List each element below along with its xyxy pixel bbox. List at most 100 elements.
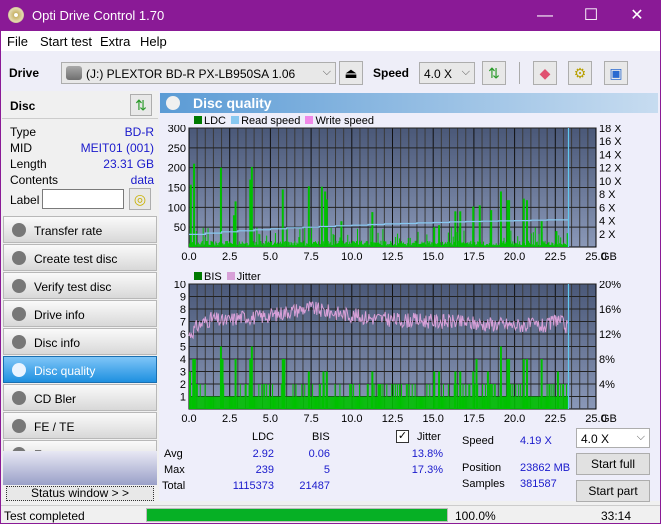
bar: [202, 227, 204, 247]
menu-help[interactable]: Help: [140, 34, 167, 49]
bar: [203, 244, 205, 247]
bar: [357, 228, 359, 247]
speed-select[interactable]: 4.0 X ⌵: [419, 62, 475, 84]
nav-item-verify-test-disc[interactable]: Verify test disc: [3, 272, 157, 299]
bar: [560, 384, 562, 409]
start-part-button[interactable]: Start part: [576, 480, 650, 502]
bar: [327, 396, 329, 409]
refresh-button[interactable]: ⇅: [482, 61, 506, 85]
bar: [396, 396, 398, 409]
bar: [485, 244, 487, 247]
nav-item-cd-bler[interactable]: CD Bler: [3, 384, 157, 411]
bar: [422, 243, 424, 247]
bar: [470, 396, 472, 409]
bar: [380, 240, 382, 247]
y-tick-label: 10: [174, 281, 186, 291]
bar: [404, 243, 406, 247]
bar: [467, 242, 469, 247]
nav-item-create-test-disc[interactable]: Create test disc: [3, 244, 157, 271]
bar: [426, 234, 428, 247]
menu-file[interactable]: File: [7, 34, 28, 49]
erase-button[interactable]: ◆: [533, 61, 557, 85]
bar: [359, 396, 361, 409]
bar-peak: [325, 371, 328, 409]
bar: [397, 233, 399, 247]
bar: [363, 396, 365, 409]
bar: [222, 243, 224, 247]
bar: [416, 242, 418, 247]
drive-select[interactable]: (J:) PLEXTOR BD-R PX-LB950SA 1.06 ⌵: [61, 62, 336, 84]
bar: [491, 384, 493, 409]
bar: [463, 396, 465, 409]
bar: [447, 232, 449, 247]
bar: [205, 396, 207, 409]
bar: [483, 396, 485, 409]
nav-item-fe-te[interactable]: FE / TE: [3, 412, 157, 439]
bar: [236, 245, 238, 247]
disc-label-input[interactable]: [42, 189, 124, 209]
bar: [405, 245, 407, 247]
bar: [452, 236, 454, 247]
bar: [275, 396, 277, 409]
stats-avg-label: Avg: [164, 448, 183, 460]
bar: [518, 244, 520, 247]
speed-value: 4.19 X: [520, 435, 552, 447]
y-right-tick-label: 16 X: [599, 136, 622, 148]
bar-peak: [307, 186, 310, 247]
bar: [253, 242, 255, 247]
refresh-icon: ⇅: [488, 65, 500, 81]
bar: [357, 396, 359, 409]
bar: [391, 242, 393, 247]
settings-button[interactable]: ⚙: [568, 61, 592, 85]
bar: [291, 396, 293, 409]
bar: [259, 234, 261, 247]
status-text: Test completed: [4, 509, 85, 523]
bar: [332, 233, 334, 247]
bar: [477, 241, 479, 247]
bar: [207, 396, 209, 409]
x-axis-unit: GB: [601, 413, 617, 425]
minimize-button[interactable]: —: [522, 0, 568, 31]
nav-item-transfer-rate[interactable]: Transfer rate: [3, 216, 157, 243]
test-speed-select[interactable]: 4.0 X ⌵: [576, 428, 650, 448]
bar-peak: [283, 359, 286, 409]
bar: [277, 244, 279, 247]
disc-refresh-button[interactable]: ⇅: [130, 94, 152, 116]
bar: [427, 241, 429, 247]
bar: [229, 241, 231, 247]
bar: [408, 384, 410, 409]
stats-avg-bis: 0.06: [308, 448, 330, 460]
save-button[interactable]: ▣: [604, 61, 628, 85]
bar: [346, 242, 348, 247]
disc-icon: [12, 307, 26, 321]
bar: [551, 242, 553, 247]
bar: [225, 396, 227, 409]
jitter-checkbox[interactable]: ✓: [396, 430, 409, 443]
bar: [529, 244, 531, 247]
nav-item-drive-info[interactable]: Drive info: [3, 300, 157, 327]
disc-label-button[interactable]: ◎: [129, 188, 151, 210]
elapsed-time: 33:14: [601, 509, 632, 523]
nav-item-disc-quality[interactable]: Disc quality: [3, 356, 157, 383]
bar: [351, 384, 353, 409]
bar: [424, 396, 426, 409]
status-window-button[interactable]: Status window > >: [6, 486, 154, 501]
stats-avg-ldc: 2.92: [252, 448, 274, 460]
menu-extra[interactable]: Extra: [100, 34, 130, 49]
bar-peak: [508, 200, 511, 247]
menu-start-test[interactable]: Start test: [40, 34, 92, 49]
eject-button[interactable]: ⏏: [339, 61, 363, 85]
start-full-button[interactable]: Start full: [576, 453, 650, 475]
bar: [347, 396, 349, 409]
bar: [562, 244, 564, 247]
x-tick-label: 2.5: [222, 251, 237, 260]
nav-item-disc-info[interactable]: Disc info: [3, 328, 157, 355]
bar: [302, 242, 304, 247]
bar: [197, 242, 199, 247]
bar: [294, 241, 296, 247]
bar: [299, 229, 301, 247]
close-button[interactable]: ✕: [614, 0, 660, 31]
maximize-button[interactable]: ☐: [568, 0, 614, 31]
y-right-tick-label: 6 X: [599, 202, 616, 214]
bar: [525, 396, 527, 409]
